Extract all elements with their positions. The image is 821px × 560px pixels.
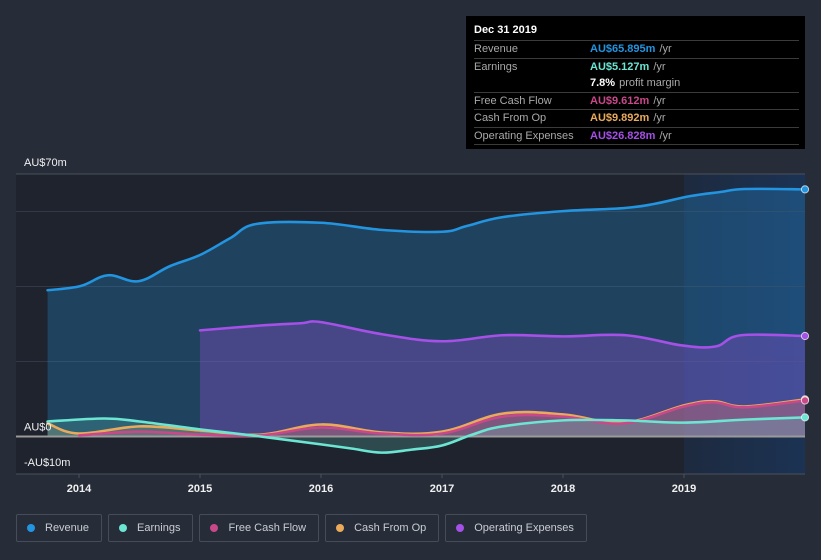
legend-label: Cash From Op [354,522,427,534]
earnings-endpoint[interactable] [800,413,810,422]
x-tick-label: 2014 [67,483,92,495]
x-axis-ticks: 2014 2015 2016 2017 2018 2019 [67,474,696,495]
tooltip-value-operating-expenses: AU$26.828m [590,129,656,142]
tooltip-row-operating-expenses: Operating Expenses AU$26.828m /yr [474,128,799,145]
legend-dot-icon [210,524,219,532]
legend-dot-icon [456,524,465,532]
tooltip-label: Revenue [474,43,519,55]
tooltip-unit: /yr [653,60,666,73]
tooltip-unit: /yr [653,112,666,124]
tooltip-row-earnings: Earnings AU$5.127m /yr [474,59,799,76]
tooltip-row-cash-from-op: Cash From Op AU$9.892m /yr [474,110,799,128]
tooltip-label: Operating Expenses [474,129,574,142]
x-tick-label: 2017 [430,483,454,495]
y-tick-label: AU$0 [24,422,52,434]
tooltip-panel: Dec 31 2019 Revenue AU$65.895m /yr Earni… [466,16,805,149]
legend-item-operating-expenses[interactable]: Operating Expenses [445,514,587,542]
legend-label: Revenue [45,522,90,534]
tooltip-label: Earnings [474,60,518,73]
tooltip-row-free-cash-flow: Free Cash Flow AU$9.612m /yr [474,93,799,110]
revenue-endpoint[interactable] [800,185,810,194]
tooltip-unit: /yr [653,94,666,107]
operating-expenses-endpoint[interactable] [800,331,810,341]
tooltip-label [474,75,590,92]
x-tick-label: 2016 [309,483,333,495]
tooltip-label: Cash From Op [474,112,547,124]
tooltip-value-cash-from-op: AU$9.892m [590,112,650,124]
tooltip-label: Free Cash Flow [474,94,552,107]
x-tick-label: 2018 [551,483,575,495]
tooltip-date: Dec 31 2019 [474,24,799,41]
legend-item-earnings[interactable]: Earnings [108,514,194,542]
legend-dot-icon [119,524,128,532]
tooltip-unit: /yr [659,43,672,55]
legend-dot-icon [336,524,345,532]
y-tick-label: AU$70m [24,157,67,169]
tooltip-value-free-cash-flow: AU$9.612m [590,94,650,107]
tooltip-unit: profit margin [619,77,681,89]
legend-label: Operating Expenses [474,522,574,534]
tooltip-row-revenue: Revenue AU$65.895m /yr [474,41,799,59]
free-cash-flow-endpoint[interactable] [800,396,810,405]
tooltip-value-profit-margin: 7.8% [590,77,616,89]
tooltip-value-earnings: AU$5.127m [590,60,650,73]
legend-item-cash-from-op[interactable]: Cash From Op [325,514,440,542]
tooltip-value-revenue: AU$65.895m [590,43,656,55]
legend-label: Earnings [137,522,181,534]
legend-dot-icon [27,524,35,532]
legend-label: Free Cash Flow [228,522,307,534]
tooltip-row-profit-margin: 7.8% profit margin [474,75,799,93]
legend-item-revenue[interactable]: Revenue [16,514,103,542]
x-tick-label: 2015 [188,483,212,495]
x-tick-label: 2019 [672,483,696,495]
chart-legend: Revenue Earnings Free Cash Flow Cash Fro… [16,514,587,542]
tooltip-unit: /yr [659,129,672,142]
y-tick-label: -AU$10m [24,457,70,469]
legend-item-free-cash-flow[interactable]: Free Cash Flow [199,514,320,542]
